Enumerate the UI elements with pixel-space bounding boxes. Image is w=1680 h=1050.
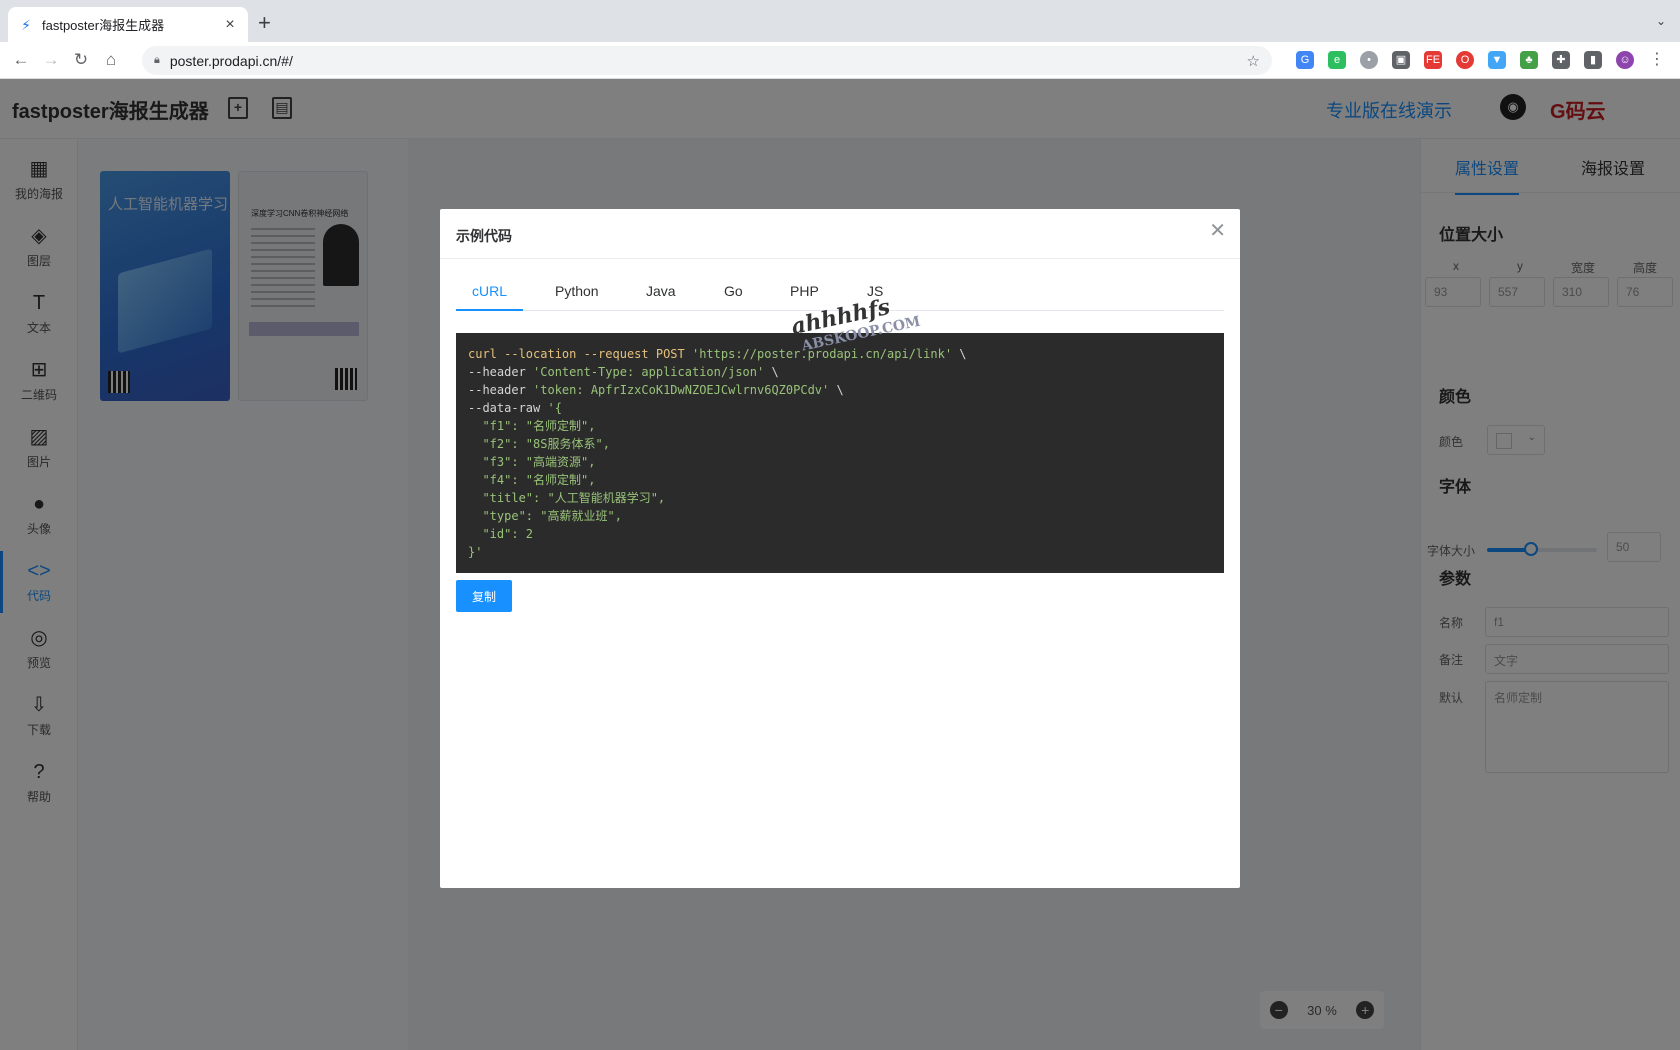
browser-toolbar: ← → ↻ ⌂ 🔒︎ poster.prodapi.cn/#/ ☆ G e • … xyxy=(0,42,1680,79)
dialog-header: 示例代码 ✕ xyxy=(440,209,1240,259)
code-text: \ xyxy=(764,365,779,379)
code-text: }' xyxy=(468,545,483,559)
puzzle-icon[interactable]: ✚ xyxy=(1552,51,1570,69)
lightning-icon: ⚡ xyxy=(21,16,31,33)
menu-dots-icon[interactable]: ⋮ xyxy=(1648,51,1666,69)
home-icon[interactable]: ⌂ xyxy=(100,50,122,70)
code-text: curl --location --request POST xyxy=(468,347,692,361)
opera-icon[interactable]: O xyxy=(1456,51,1474,69)
lock-icon: 🔒︎ xyxy=(154,54,160,66)
star-icon[interactable]: ☆ xyxy=(1247,52,1260,70)
code-text: \ xyxy=(829,383,844,397)
close-icon[interactable]: ✕ xyxy=(1209,221,1226,241)
sample-code-dialog: 示例代码 ✕ cURL Python Java Go PHP JS curl -… xyxy=(440,209,1240,888)
code-text: 'token: ApfrIzxCoK1DwNZOEJCwlrnv6QZ0PCdv… xyxy=(533,383,830,397)
sidepanel-icon[interactable]: ▮ xyxy=(1584,51,1602,69)
chevron-down-icon[interactable]: ⌄ xyxy=(1656,14,1666,28)
browser-tabstrip: ⚡ fastposter海报生成器 × + ⌄ xyxy=(0,0,1680,42)
code-text: --header xyxy=(468,365,534,379)
tab-java[interactable]: Java xyxy=(646,283,676,299)
fe-icon[interactable]: FE xyxy=(1424,51,1442,69)
copy-button[interactable]: 复制 xyxy=(456,580,512,612)
tab-go[interactable]: Go xyxy=(724,283,743,299)
translate-icon[interactable]: G xyxy=(1296,51,1314,69)
forward-icon[interactable]: → xyxy=(40,50,62,70)
tab-curl[interactable]: cURL xyxy=(472,283,507,299)
code-text: "id": 2 xyxy=(468,527,534,541)
code-text: "type": "高薪就业班", xyxy=(468,509,622,523)
filter-icon[interactable]: ▼ xyxy=(1488,51,1506,69)
code-text: 'Content-Type: application/json' xyxy=(533,365,765,379)
close-tab-icon[interactable]: × xyxy=(222,16,238,34)
evernote-icon[interactable]: e xyxy=(1328,51,1346,69)
address-bar[interactable]: 🔒︎ poster.prodapi.cn/#/ ☆ xyxy=(142,46,1272,75)
code-text: \ xyxy=(952,347,967,361)
code-block: curl --location --request POST 'https://… xyxy=(456,333,1224,573)
extension-gray-icon[interactable]: • xyxy=(1360,51,1378,69)
active-tab-indicator xyxy=(456,309,523,311)
profile-avatar-icon[interactable]: ☺ xyxy=(1616,51,1634,69)
code-text: --header xyxy=(468,383,534,397)
leaf-icon[interactable]: ♣ xyxy=(1520,51,1538,69)
code-text: '{ xyxy=(547,401,562,415)
new-tab-icon[interactable]: + xyxy=(258,12,271,34)
code-text: "f3": "高端资源", xyxy=(468,455,596,469)
back-icon[interactable]: ← xyxy=(10,50,32,70)
code-text: "f4": "名师定制", xyxy=(468,473,596,487)
url-text: poster.prodapi.cn/#/ xyxy=(169,52,293,69)
code-text: "f1": "名师定制", xyxy=(468,419,596,433)
camera-icon[interactable]: ▣ xyxy=(1392,51,1410,69)
dialog-title: 示例代码 xyxy=(456,228,512,244)
code-text: "title": "人工智能机器学习", xyxy=(468,491,666,505)
tab-php[interactable]: PHP xyxy=(790,283,819,299)
code-text: --data-raw xyxy=(468,401,548,415)
tab-title: fastposter海报生成器 xyxy=(42,18,165,33)
reload-icon[interactable]: ↻ xyxy=(70,50,92,70)
tab-python[interactable]: Python xyxy=(555,283,599,299)
browser-tab[interactable]: ⚡ fastposter海报生成器 × xyxy=(8,7,248,42)
code-text: "f2": "8S服务体系", xyxy=(468,437,610,451)
